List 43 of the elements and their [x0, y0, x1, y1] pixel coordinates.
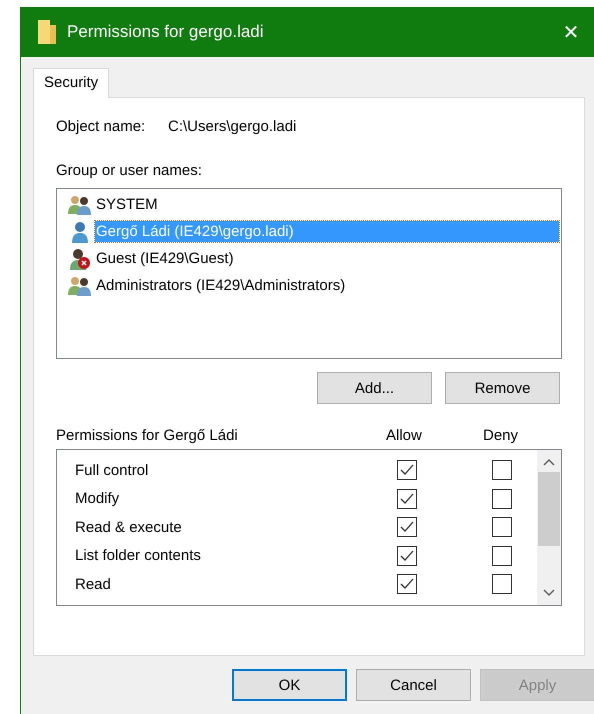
- tab[interactable]: Security: [33, 68, 110, 98]
- user-item[interactable]: SYSTEM: [95, 194, 159, 215]
- checkmark-icon: [400, 521, 414, 534]
- permission-name: Read & execute: [74, 518, 183, 536]
- dialog-button[interactable]: OK: [232, 669, 347, 701]
- scrollbar[interactable]: [537, 450, 561, 605]
- deny-checkbox[interactable]: [492, 460, 512, 480]
- deny-checkbox[interactable]: [492, 546, 512, 566]
- allow-checkbox[interactable]: [397, 460, 417, 480]
- permissions-label: Permissions for Gergő Ládi: [56, 427, 239, 444]
- user-item[interactable]: Administrators (IE429\Administrators): [95, 275, 346, 296]
- deny-checkbox[interactable]: [492, 517, 512, 538]
- permission-name: Full control: [74, 462, 150, 479]
- checkmark-icon: [400, 578, 414, 590]
- deny-header: Deny: [483, 427, 518, 444]
- object-name-value: C:\Users\gergo.ladi: [168, 118, 296, 135]
- users-icon: [67, 274, 93, 296]
- checkmark-icon: [400, 492, 414, 505]
- permission-name: Read: [74, 576, 112, 593]
- disabled-user-icon: [67, 248, 93, 270]
- scroll-up-icon[interactable]: [543, 458, 555, 468]
- allow-checkbox[interactable]: [397, 546, 417, 566]
- allow-checkbox[interactable]: [397, 488, 417, 509]
- allow-checkbox[interactable]: [397, 517, 417, 538]
- remove-button[interactable]: Remove: [445, 372, 560, 404]
- allow-header: Allow: [386, 427, 423, 444]
- deny-checkbox[interactable]: [492, 488, 512, 509]
- permission-name: Modify: [74, 490, 120, 508]
- add-button[interactable]: Add...: [317, 372, 432, 404]
- user-item[interactable]: Guest (IE429\Guest): [95, 248, 235, 269]
- permission-name: List folder contents: [74, 547, 202, 564]
- deny-checkbox[interactable]: [492, 574, 512, 594]
- dialog-button[interactable]: Cancel: [356, 669, 471, 701]
- window-title: Permissions for gergo.ladi: [67, 22, 265, 42]
- users-icon: [67, 194, 93, 216]
- close-button[interactable]: ✕: [548, 12, 594, 52]
- allow-checkbox[interactable]: [397, 574, 417, 594]
- checkmark-icon: [400, 550, 414, 562]
- scroll-down-icon[interactable]: [543, 587, 555, 597]
- folder-icon: [37, 19, 57, 45]
- checkmark-icon: [400, 464, 414, 476]
- object-name-label: Object name:: [56, 118, 146, 135]
- users-label: Group or user names:: [56, 162, 202, 179]
